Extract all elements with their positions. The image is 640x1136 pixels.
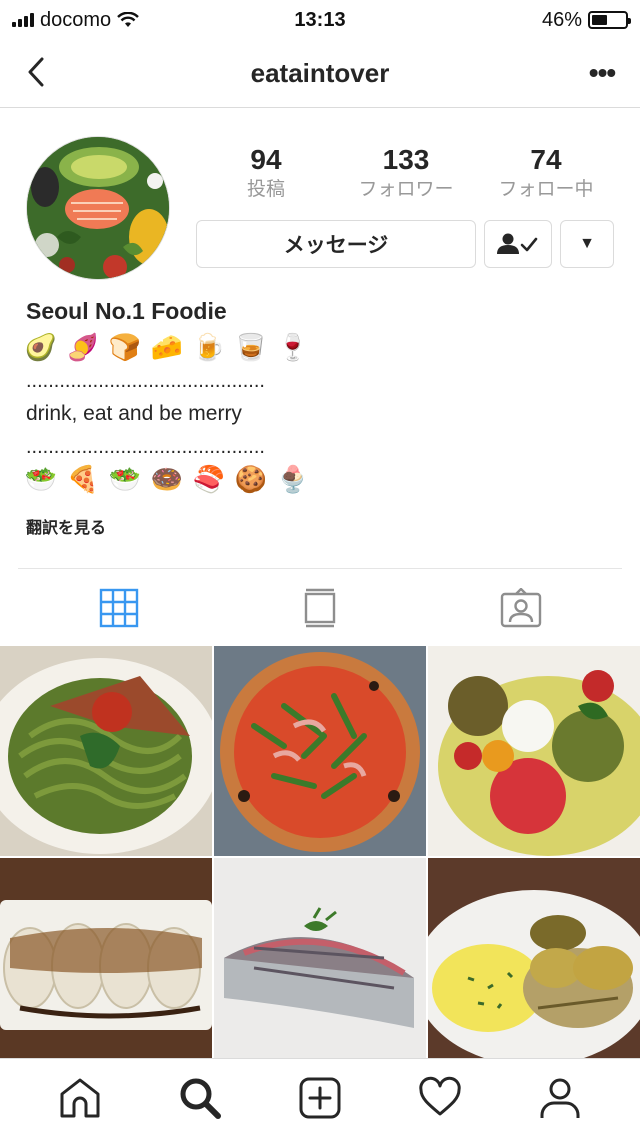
- avatar[interactable]: [26, 136, 170, 280]
- bio-emoji: 🍕: [66, 465, 100, 495]
- post-image: [214, 646, 426, 856]
- see-translation-link[interactable]: 翻訳を見る: [26, 514, 106, 538]
- suggestions-dropdown-button[interactable]: ▼: [560, 220, 614, 268]
- post-image: [428, 646, 640, 856]
- bio-text: drink, eat and be merry: [26, 402, 242, 425]
- followers-count: 133: [382, 144, 430, 175]
- posts-count: 94: [250, 144, 282, 175]
- post-image: [214, 858, 426, 1058]
- stat-following[interactable]: 74 フォロー中: [476, 142, 616, 208]
- bio-emoji: 🍣: [192, 465, 226, 495]
- message-button[interactable]: メッセージ: [196, 220, 476, 268]
- profile-bio: Seoul No.1 Foodie 🥑 🍠 🍞 🧀 🍺 🥃 🍷 ..............…: [24, 294, 616, 500]
- bio-emoji: 🍨: [276, 465, 310, 495]
- emoji-row-drinks: 🥑 🍠 🍞 🧀 🍺 🥃 🍷: [24, 328, 616, 368]
- post-image: [0, 646, 212, 856]
- grid-post-pizza[interactable]: [214, 646, 426, 856]
- tab-grid[interactable]: [18, 569, 219, 646]
- emoji-row-foods: 🥗 🍕 🥗 🍩 🍣 🍪 🍨: [24, 460, 616, 500]
- nav-activity[interactable]: [410, 1068, 470, 1128]
- bio-emoji: 🧀: [150, 333, 184, 363]
- grid-post-pasta[interactable]: [0, 646, 212, 856]
- following-count: 74: [530, 144, 562, 175]
- more-options-button[interactable]: •••: [584, 58, 620, 88]
- grid-post-potatoes[interactable]: [428, 858, 640, 1058]
- bio-emoji: 🥃: [234, 333, 268, 363]
- caret-down-icon: ▼: [579, 235, 595, 252]
- stat-posts[interactable]: 94 投稿: [196, 142, 336, 208]
- nav-profile[interactable]: [530, 1068, 590, 1128]
- followers-label: フォロワー: [358, 179, 454, 200]
- signal-icon: [12, 13, 34, 27]
- tab-tagged[interactable]: [421, 569, 622, 646]
- avatar-image: [27, 137, 169, 279]
- battery-percent: 46%: [541, 8, 582, 31]
- feed-icon: [304, 588, 336, 627]
- bottom-nav: [0, 1058, 640, 1136]
- bio-emoji: 🍷: [276, 333, 310, 363]
- following-button[interactable]: [484, 220, 552, 268]
- bio-emoji: 🥗: [24, 465, 58, 495]
- bio-emoji: 🍠: [66, 333, 100, 363]
- bio-emoji: 🍺: [192, 333, 226, 363]
- home-icon: [60, 1078, 100, 1117]
- bio-emoji: 🍞: [108, 333, 142, 363]
- battery-level: [592, 15, 607, 25]
- person-check-icon: [497, 233, 538, 254]
- bio-divider: ........................................…: [26, 436, 265, 458]
- search-icon: [180, 1078, 221, 1119]
- grid-post-sushi[interactable]: [214, 858, 426, 1058]
- battery-icon: [588, 11, 631, 29]
- grid-post-dumplings[interactable]: [0, 858, 212, 1058]
- nav-search[interactable]: [170, 1068, 230, 1128]
- wifi-icon: [117, 12, 140, 27]
- nav-home[interactable]: [50, 1068, 110, 1128]
- back-button[interactable]: [18, 52, 54, 92]
- post-image: [428, 858, 640, 1058]
- tagged-icon: [501, 587, 542, 627]
- profile-icon: [540, 1078, 580, 1118]
- profile-stats: 94 投稿 133 フォロワー 74 フォロー中: [196, 142, 616, 208]
- carrier-name: docomo: [40, 8, 112, 31]
- status-bar: docomo 13:13 46%: [0, 0, 640, 40]
- bio-divider: ........................................…: [26, 370, 265, 392]
- bio-emoji: 🍪: [234, 465, 268, 495]
- chevron-left-icon: [28, 57, 44, 87]
- heart-icon: [419, 1076, 461, 1115]
- post-image: [0, 858, 212, 1058]
- bio-emoji: 🍩: [150, 465, 184, 495]
- profile-actions: メッセージ ▼: [196, 220, 614, 268]
- nav-add-post[interactable]: [290, 1068, 350, 1128]
- grid-icon: [99, 588, 138, 627]
- bio-emoji: 🥑: [24, 333, 58, 363]
- status-right: 46%: [541, 8, 631, 32]
- add-post-icon: [299, 1077, 341, 1118]
- nav-bar: eataintover •••: [0, 40, 640, 108]
- posts-label: 投稿: [246, 179, 285, 200]
- profile-username: eataintover: [250, 58, 390, 88]
- stat-followers[interactable]: 133 フォロワー: [336, 142, 476, 208]
- display-name: Seoul No.1 Foodie: [26, 298, 227, 324]
- tab-feed[interactable]: [219, 569, 420, 646]
- grid-post-tomato-salad[interactable]: [428, 646, 640, 856]
- bio-emoji: 🥗: [108, 465, 142, 495]
- following-label: フォロー中: [498, 179, 594, 200]
- profile-tabs: [18, 568, 622, 646]
- posts-grid: [0, 646, 640, 1058]
- more-icon: •••: [588, 57, 616, 88]
- status-left: docomo: [12, 8, 140, 32]
